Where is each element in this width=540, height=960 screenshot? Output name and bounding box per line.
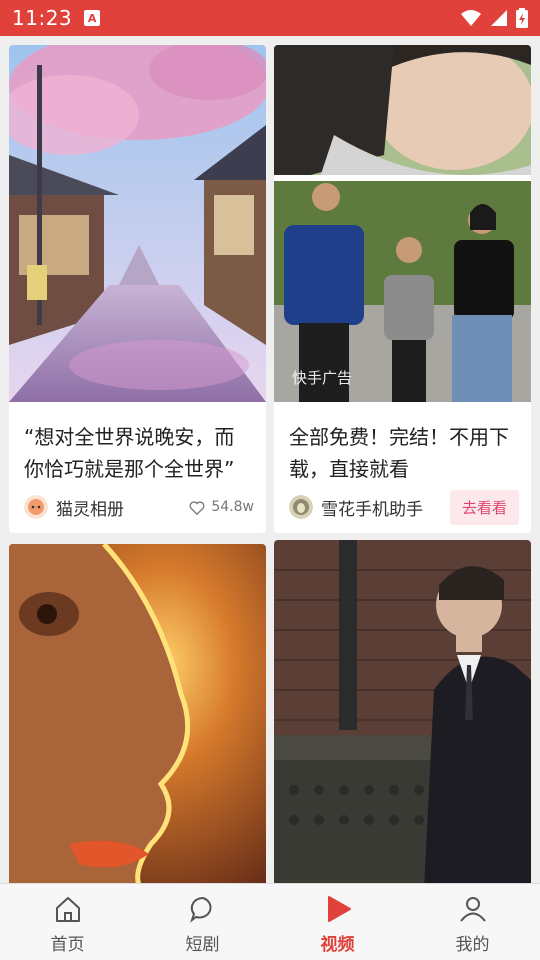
ad-title[interactable]: 全部免费！完结！不用下载，直接就看 <box>289 421 517 485</box>
like-count[interactable]: 54.8w <box>189 499 254 515</box>
signal-icon <box>491 10 507 26</box>
play-icon <box>327 896 351 922</box>
status-icons <box>460 8 528 28</box>
video-card[interactable] <box>274 540 531 883</box>
ad-card[interactable]: 快手广告 全部免费！完结！不用下载，直接就看 雪花手机助手 去看看 <box>274 45 531 533</box>
tab-home-label: 首页 <box>50 935 85 955</box>
go-watch-button[interactable]: 去看看 <box>449 489 519 525</box>
tab-video[interactable]: 视频 <box>270 884 405 960</box>
video-thumbnail[interactable] <box>9 45 266 402</box>
tab-profile-label: 我的 <box>455 935 490 955</box>
home-icon <box>55 897 80 922</box>
advertiser-avatar[interactable] <box>289 495 313 519</box>
card-meta: 雪花手机助手 去看看 <box>289 489 519 525</box>
video-feed[interactable]: “想对全世界说晚安，而你恰巧就是那个全世界” 猫灵相册 54.8w 快手广告 全… <box>0 36 540 883</box>
video-thumbnail[interactable] <box>9 544 266 883</box>
anime-street-thumbnail-image <box>9 45 266 402</box>
tab-short-drama[interactable]: 短剧 <box>135 884 270 960</box>
wifi-icon <box>461 10 481 26</box>
video-thumbnail[interactable] <box>274 540 531 883</box>
card-meta: 猫灵相册 54.8w <box>24 490 254 524</box>
notification-icon: A <box>84 10 101 26</box>
bottom-tab-bar: 首页 短剧 视频 我的 <box>0 883 540 960</box>
status-time: 11:23 <box>12 6 73 30</box>
video-card[interactable] <box>9 544 266 883</box>
video-title[interactable]: “想对全世界说晚安，而你恰巧就是那个全世界” <box>24 421 252 485</box>
ad-thumbnail[interactable]: 快手广告 <box>274 45 531 402</box>
tab-home[interactable]: 首页 <box>0 884 135 960</box>
ad-label: 快手广告 <box>292 369 353 387</box>
advertiser-name[interactable]: 雪花手机助手 <box>321 495 423 520</box>
likes-value: 54.8w <box>211 499 254 515</box>
man-brick-wall-thumbnail-image <box>274 540 531 883</box>
battery-icon <box>516 8 528 28</box>
status-bar: 11:23 A <box>0 0 540 36</box>
chat-bubble-icon <box>189 896 212 923</box>
tab-profile[interactable]: 我的 <box>405 884 540 960</box>
author-avatar[interactable] <box>24 495 48 519</box>
glowing-face-thumbnail-image <box>9 544 266 883</box>
tab-short-drama-label: 短剧 <box>185 935 220 955</box>
author-name[interactable]: 猫灵相册 <box>56 495 124 520</box>
person-icon <box>459 897 486 922</box>
video-card[interactable]: “想对全世界说晚安，而你恰巧就是那个全世界” 猫灵相册 54.8w <box>9 45 266 533</box>
heart-icon <box>189 500 205 515</box>
tab-video-label: 视频 <box>320 935 355 955</box>
family-photo-thumbnail-image <box>274 45 531 402</box>
